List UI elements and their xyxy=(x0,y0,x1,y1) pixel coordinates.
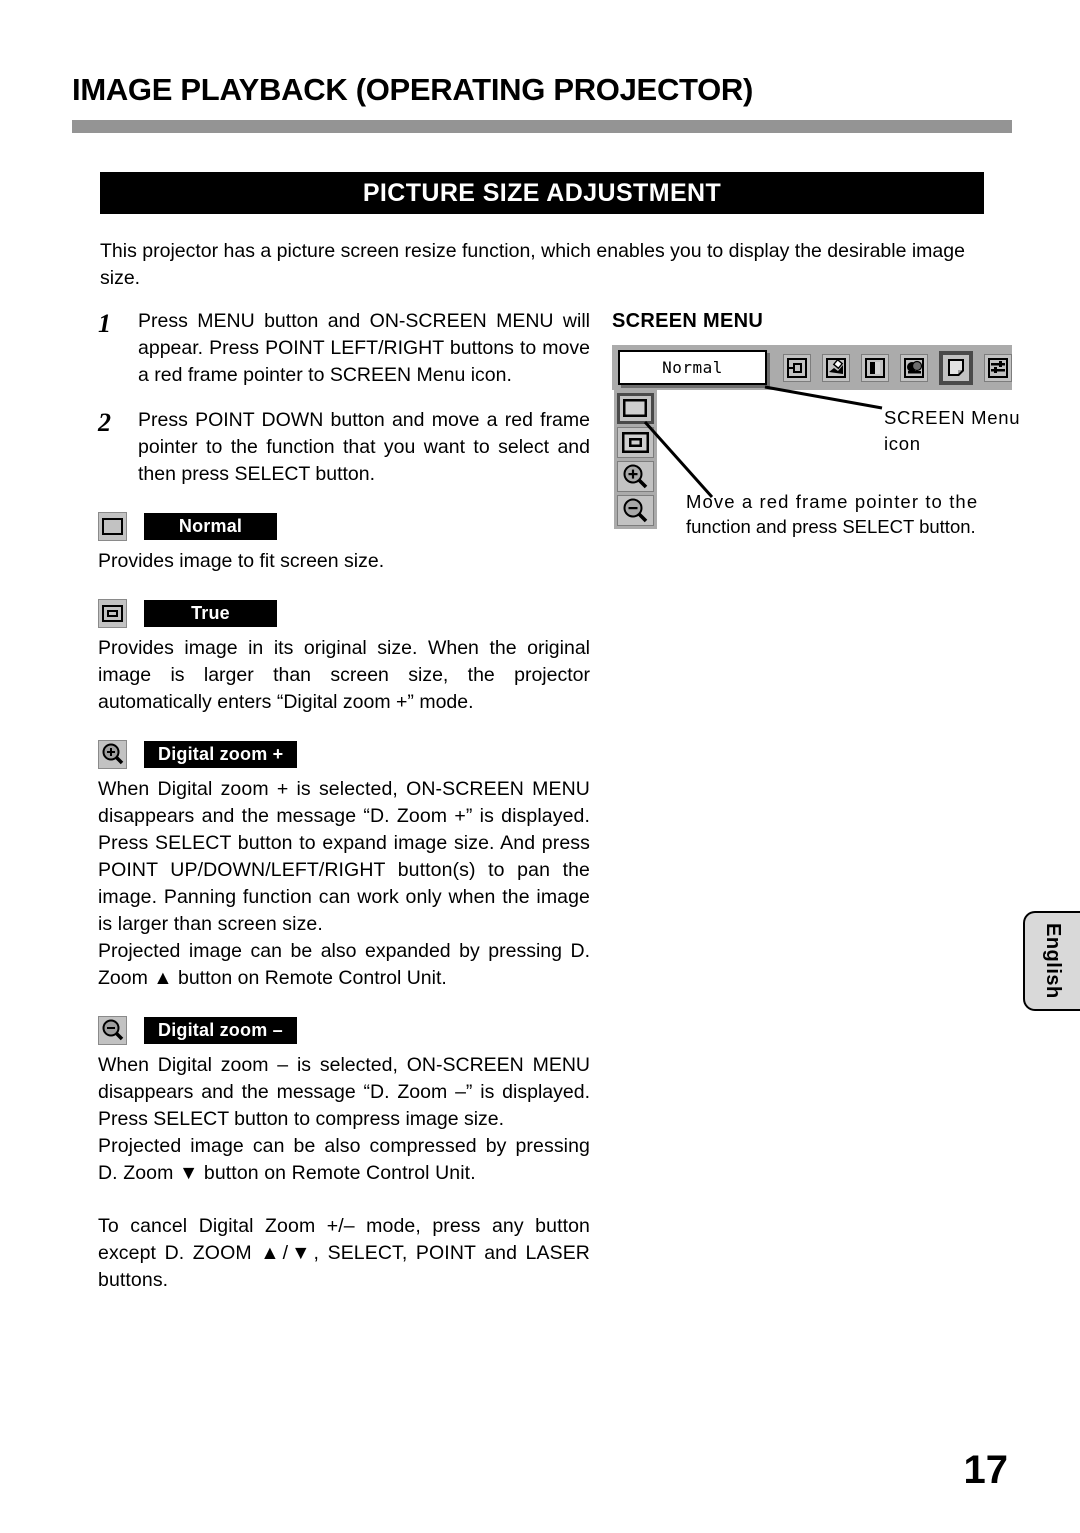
function-true-description: Provides image in its original size. Whe… xyxy=(98,637,590,713)
function-digital-zoom-in: Digital zoom + When Digital zoom + is se… xyxy=(98,738,590,992)
osd-mockup: Normal SCREEN Menu icon Move a red frame… xyxy=(612,345,1020,577)
function-digital-zoom-in-badge: Digital zoom + xyxy=(144,740,298,768)
function-digital-zoom-in-header: Digital zoom + xyxy=(98,738,590,770)
step-1: 1 Press MENU button and ON-SCREEN MENU w… xyxy=(98,308,590,389)
function-digital-zoom-out-badge: Digital zoom – xyxy=(144,1016,297,1044)
callout-move-pointer: Move a red frame pointer to the function… xyxy=(686,489,1016,539)
function-true-header: True xyxy=(98,597,590,629)
function-digital-zoom-in-description: When Digital zoom + is selected, ON-SCRE… xyxy=(98,778,590,935)
function-digital-zoom-out-header: Digital zoom – xyxy=(98,1014,590,1046)
step-1-number: 1 xyxy=(98,309,111,338)
instructions-column: 1 Press MENU button and ON-SCREEN MENU w… xyxy=(98,308,590,1294)
setting-menu-icon[interactable] xyxy=(984,353,1012,382)
screen-menu-icon[interactable] xyxy=(939,350,973,385)
step-1-text: Press MENU button and ON-SCREEN MENU wil… xyxy=(138,310,590,386)
osd-current-value: Normal xyxy=(618,350,767,385)
function-digital-zoom-in-note: Projected image can be also expanded by … xyxy=(98,940,590,989)
osd-menu-icon-row xyxy=(783,350,1012,385)
function-digital-zoom-out-description: When Digital zoom – is selected, ON-SCRE… xyxy=(98,1054,590,1130)
function-normal: Normal Provides image to fit screen size… xyxy=(98,510,590,575)
function-true-badge: True xyxy=(144,599,277,627)
step-2-number: 2 xyxy=(98,408,111,437)
callout-move-line-2: function and press SELECT button. xyxy=(686,516,976,537)
input-menu-icon[interactable] xyxy=(783,353,811,382)
digital-zoom-in-icon xyxy=(98,739,127,769)
step-2: 2 Press POINT DOWN button and move a red… xyxy=(98,407,590,488)
function-normal-description: Provides image to fit screen size. xyxy=(98,550,385,572)
digital-zoom-in-icon[interactable] xyxy=(617,461,654,492)
language-tab-label: English xyxy=(1042,923,1064,999)
function-digital-zoom-out-note: Projected image can be also compressed b… xyxy=(98,1135,590,1184)
section-banner-label: PICTURE SIZE ADJUSTMENT xyxy=(362,178,722,207)
pc-adjust-menu-icon[interactable] xyxy=(900,353,928,382)
page-number: 17 xyxy=(963,1448,1009,1492)
image-select-menu-icon[interactable] xyxy=(861,353,889,382)
callout-screen-menu-icon: SCREEN Menu icon xyxy=(884,407,1021,454)
screen-menu-figure-label: SCREEN MENU xyxy=(612,310,764,332)
image-adjust-menu-icon[interactable] xyxy=(822,353,850,382)
function-normal-header: Normal xyxy=(98,510,590,542)
normal-screen-icon xyxy=(98,511,127,541)
section-banner: PICTURE SIZE ADJUSTMENT xyxy=(100,172,984,214)
intro-paragraph: This projector has a picture screen resi… xyxy=(100,240,965,289)
page-title: IMAGE PLAYBACK (OPERATING PROJECTOR) xyxy=(72,72,754,107)
osd-menu-bar: Normal xyxy=(612,345,1012,390)
digital-zoom-out-icon[interactable] xyxy=(617,495,654,526)
function-true: True Provides image in its original size… xyxy=(98,597,590,716)
title-divider xyxy=(72,120,1012,133)
callout-move-line-1: Move a red frame pointer to the xyxy=(686,491,979,512)
function-normal-badge: Normal xyxy=(144,512,277,540)
normal-screen-icon[interactable] xyxy=(617,393,654,424)
function-digital-zoom-out: Digital zoom – When Digital zoom – is se… xyxy=(98,1014,590,1187)
true-screen-icon[interactable] xyxy=(617,427,654,458)
language-tab: English xyxy=(1023,911,1080,1011)
step-2-text: Press POINT DOWN button and move a red f… xyxy=(138,409,590,485)
screen-menu-figure: SCREEN MENU Normal SCREEN Menu icon Move… xyxy=(612,310,1020,577)
true-screen-icon xyxy=(98,598,127,628)
digital-zoom-out-icon xyxy=(98,1015,127,1045)
osd-submenu-column xyxy=(614,390,657,529)
closing-note: To cancel Digital Zoom +/– mode, press a… xyxy=(98,1215,590,1291)
